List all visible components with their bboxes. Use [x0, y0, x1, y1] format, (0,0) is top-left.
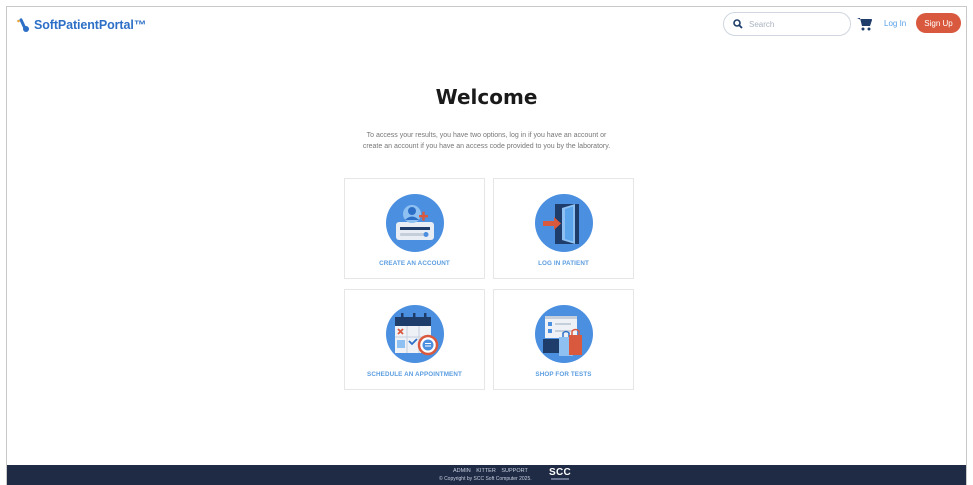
test-tube-logo-icon	[17, 18, 29, 32]
calendar-icon	[385, 305, 444, 363]
card-label: LOG IN PATIENT	[538, 260, 589, 267]
brand-logo[interactable]: SoftPatientPortal™	[15, 17, 146, 33]
intro-line: To access your results, you have two opt…	[366, 132, 607, 139]
card-label: CREATE AN ACCOUNT	[379, 260, 450, 267]
footer: ADMIN KITTER SUPPORT © Copyright by SCC …	[7, 465, 966, 485]
search-icon	[733, 19, 743, 29]
search-input[interactable]	[749, 19, 839, 29]
footer-link-kitter[interactable]: KITTER	[476, 468, 496, 474]
card-label: SCHEDULE AN APPOINTMENT	[367, 371, 462, 378]
login-link[interactable]: Log In	[884, 19, 906, 28]
footer-link-support[interactable]: SUPPORT	[501, 468, 528, 474]
intro-line: create an account if you have an access …	[362, 143, 611, 150]
login-door-icon	[534, 194, 593, 252]
login-patient-card[interactable]: LOG IN PATIENT	[493, 178, 634, 279]
shop-for-tests-card[interactable]: SHOP FOR TESTS	[493, 289, 634, 390]
scc-logo[interactable]: SCC	[549, 467, 571, 478]
brand-name: SoftPatientPortal™	[34, 18, 147, 32]
shopping-bag-icon	[534, 305, 593, 363]
create-account-card[interactable]: CREATE AN ACCOUNT	[344, 178, 485, 279]
scc-logo-tagline	[551, 478, 569, 480]
cart-icon[interactable]	[857, 17, 873, 31]
header: SoftPatientPortal™ Log In Sign Up	[7, 7, 966, 43]
page-title: Welcome	[435, 85, 538, 109]
app-window: SoftPatientPortal™ Log In Sign Up Welcom…	[6, 6, 967, 485]
search-box[interactable]	[723, 12, 851, 36]
card-label: SHOP FOR TESTS	[535, 371, 592, 378]
intro-text: To access your results, you have two opt…	[7, 130, 966, 152]
copyright-text: © Copyright by SCC Soft Computer 2025.	[439, 476, 532, 482]
schedule-appointment-card[interactable]: SCHEDULE AN APPOINTMENT	[344, 289, 485, 390]
footer-links: ADMIN KITTER SUPPORT	[453, 468, 532, 474]
footer-link-admin[interactable]: ADMIN	[453, 468, 471, 474]
signup-button[interactable]: Sign Up	[916, 13, 961, 33]
create-account-icon	[385, 194, 444, 252]
